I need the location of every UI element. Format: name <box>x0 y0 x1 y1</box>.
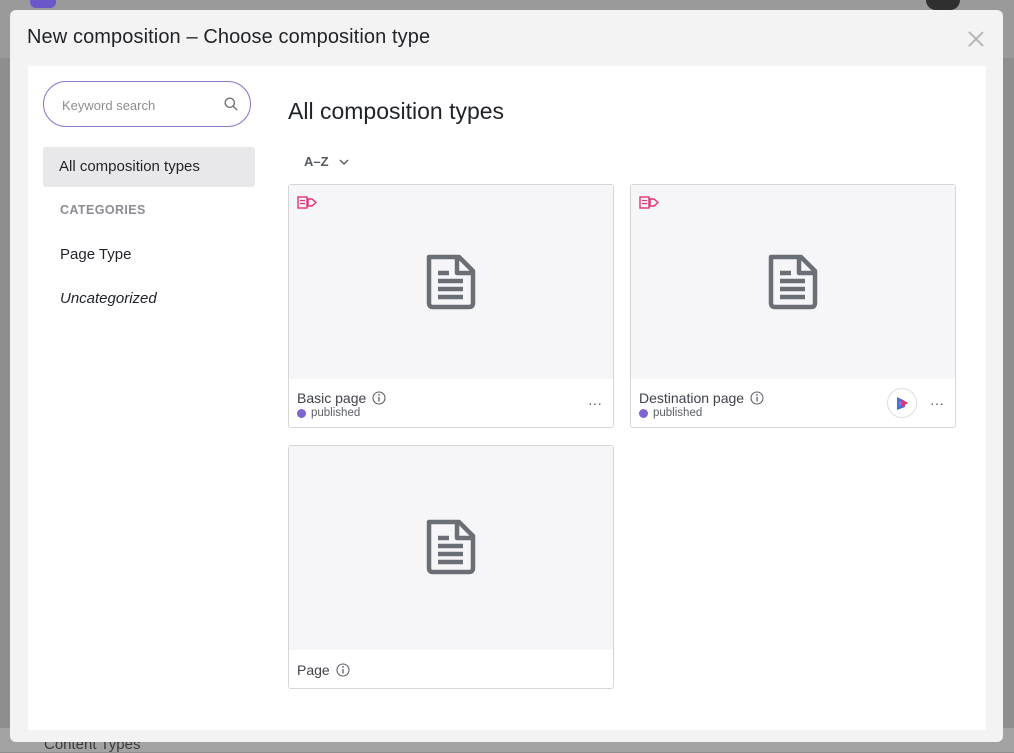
destination-button[interactable] <box>887 388 917 418</box>
document-icon <box>426 519 476 575</box>
status-label: published <box>311 407 361 419</box>
status-badge: published <box>297 407 360 419</box>
status-badge: published <box>639 407 702 419</box>
dialog-title: New composition – Choose composition typ… <box>27 26 431 48</box>
status-dot <box>297 408 306 418</box>
sidebar-item-all-composition-types[interactable]: All composition types <box>43 147 255 187</box>
search-box <box>43 81 251 127</box>
tag-badge-icon <box>639 196 659 209</box>
composition-card-basic-page[interactable]: Basic page published ··· <box>288 184 614 428</box>
close-icon[interactable] <box>964 27 988 51</box>
card-title: Destination page <box>639 390 764 406</box>
info-icon[interactable] <box>750 391 764 405</box>
document-icon <box>426 254 476 310</box>
background-logo <box>30 0 56 8</box>
card-title: Basic page <box>297 390 386 406</box>
status-label: published <box>653 407 703 419</box>
new-composition-dialog: New composition – Choose composition typ… <box>10 10 1003 742</box>
more-options-button[interactable]: ··· <box>585 396 605 412</box>
document-icon <box>768 254 818 310</box>
info-icon[interactable] <box>372 391 386 405</box>
sort-dropdown[interactable]: A–Z <box>304 154 349 169</box>
card-name-label: Page <box>297 662 330 678</box>
dialog-content: All composition types CATEGORIES Page Ty… <box>28 66 986 730</box>
card-title: Page <box>297 662 350 678</box>
card-name-label: Basic page <box>297 390 367 406</box>
search-icon[interactable] <box>223 96 239 112</box>
sidebar-item-uncategorized[interactable]: Uncategorized <box>60 290 157 307</box>
chevron-down-icon <box>339 159 349 165</box>
destination-logo-icon <box>897 397 908 410</box>
status-dot <box>639 408 648 418</box>
background-avatar <box>926 0 960 10</box>
tag-badge-icon <box>297 196 317 209</box>
categories-heading: CATEGORIES <box>60 203 146 217</box>
more-options-button[interactable]: ··· <box>927 396 947 412</box>
sort-label: A–Z <box>304 154 329 169</box>
composition-card-page[interactable]: Page <box>288 445 614 689</box>
page-title: All composition types <box>288 98 505 124</box>
composition-card-destination-page[interactable]: Destination page published ··· <box>630 184 956 428</box>
sidebar-item-page-type[interactable]: Page Type <box>60 246 131 263</box>
search-input[interactable] <box>60 94 214 116</box>
card-name-label: Destination page <box>639 390 745 406</box>
info-icon[interactable] <box>336 663 350 677</box>
